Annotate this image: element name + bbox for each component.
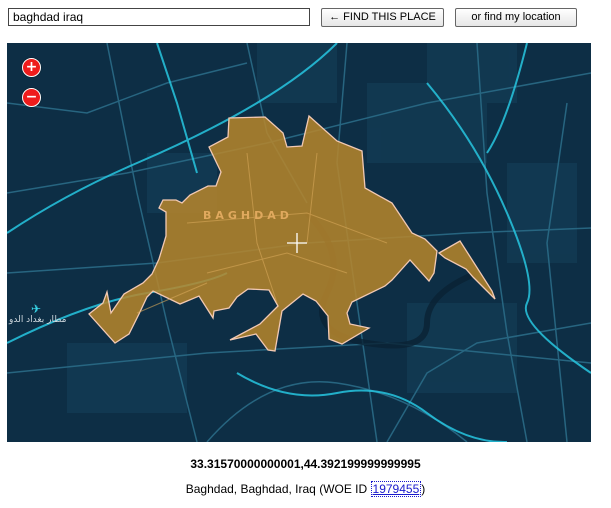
place-name: Baghdad, Baghdad, Iraq (WOE ID [185, 482, 371, 496]
airplane-icon: ✈ [31, 302, 42, 316]
woe-id-link[interactable]: 1979455 [370, 481, 422, 497]
zoom-in-button[interactable]: + [22, 58, 41, 77]
city-label: BAGHDAD [203, 209, 293, 222]
page: ← FIND THIS PLACE or find my location [0, 0, 611, 508]
map[interactable]: + − BAGHDAD ✈ مطار بغداد الدو [7, 43, 591, 442]
find-place-button[interactable]: ← FIND THIS PLACE [321, 8, 444, 27]
zoom-out-button[interactable]: − [22, 88, 41, 107]
coordinates-readout: 33.31570000000001,44.392199999999995 [190, 457, 421, 471]
find-my-location-button[interactable]: or find my location [455, 8, 577, 27]
search-input[interactable] [8, 8, 310, 26]
place-description: Baghdad, Baghdad, Iraq (WOE ID 1979455) [0, 481, 611, 497]
map-canvas [7, 43, 591, 442]
airport-label: مطار بغداد الدو [9, 315, 67, 325]
place-suffix: ) [421, 482, 426, 496]
